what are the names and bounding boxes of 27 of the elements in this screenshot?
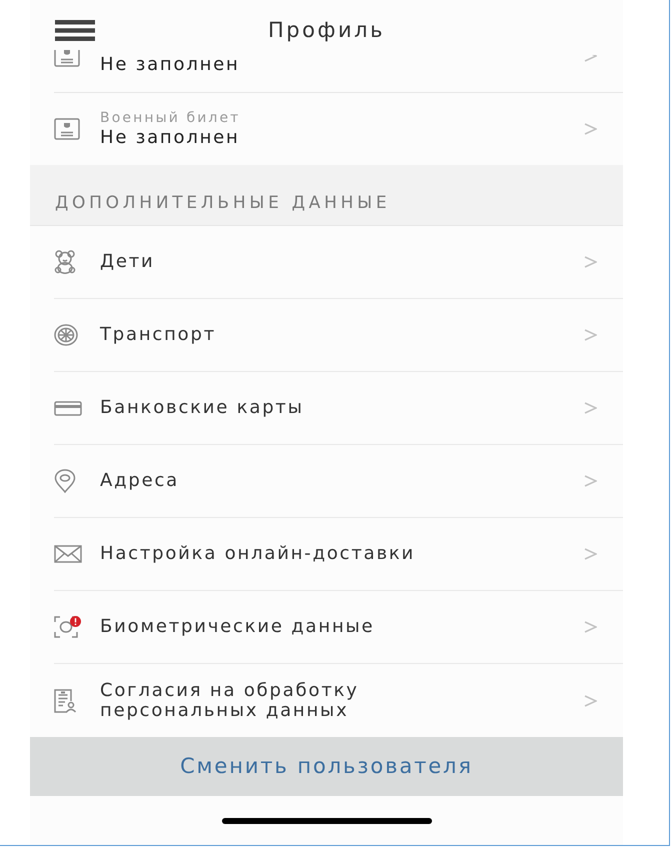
chevron-icon <box>584 402 597 414</box>
switch-user-button[interactable]: Сменить пользователя <box>30 737 623 796</box>
chevron-icon <box>584 548 597 560</box>
menu-item-label[interactable]: Настройка онлайн-доставки <box>100 544 416 564</box>
menu-item-label[interactable]: Банковские карты <box>100 398 304 418</box>
id-card-icon <box>54 50 80 67</box>
document-value: Не заполнен <box>100 127 240 149</box>
chevron-icon <box>584 621 597 633</box>
menu-item-label[interactable]: Дети <box>100 252 155 272</box>
menu-item-label[interactable]: Биометрические данные <box>100 617 374 637</box>
section-title: ДОПОЛНИТЕЛЬНЫЕ ДАННЫЕ <box>55 193 390 213</box>
menu-item-label[interactable]: Адреса <box>100 471 179 491</box>
id-card-icon <box>54 118 80 140</box>
face-scan-icon <box>54 616 78 638</box>
menu-button[interactable] <box>55 20 95 40</box>
chevron-icon <box>584 256 597 268</box>
chevron-icon <box>584 55 597 62</box>
chevron-icon <box>584 123 597 135</box>
chevron-icon <box>584 694 597 706</box>
chevron-icon <box>584 329 597 341</box>
menu-item-label[interactable]: Согласия на обработку персональных данных <box>100 680 425 720</box>
menu-item-label[interactable]: Транспорт <box>100 325 216 345</box>
document-label: Военный билет <box>100 109 240 127</box>
document-value: Не заполнен <box>100 54 240 76</box>
chevron-icon <box>584 475 597 487</box>
page-title: Профиль <box>268 17 385 43</box>
menu-icon <box>55 20 95 40</box>
